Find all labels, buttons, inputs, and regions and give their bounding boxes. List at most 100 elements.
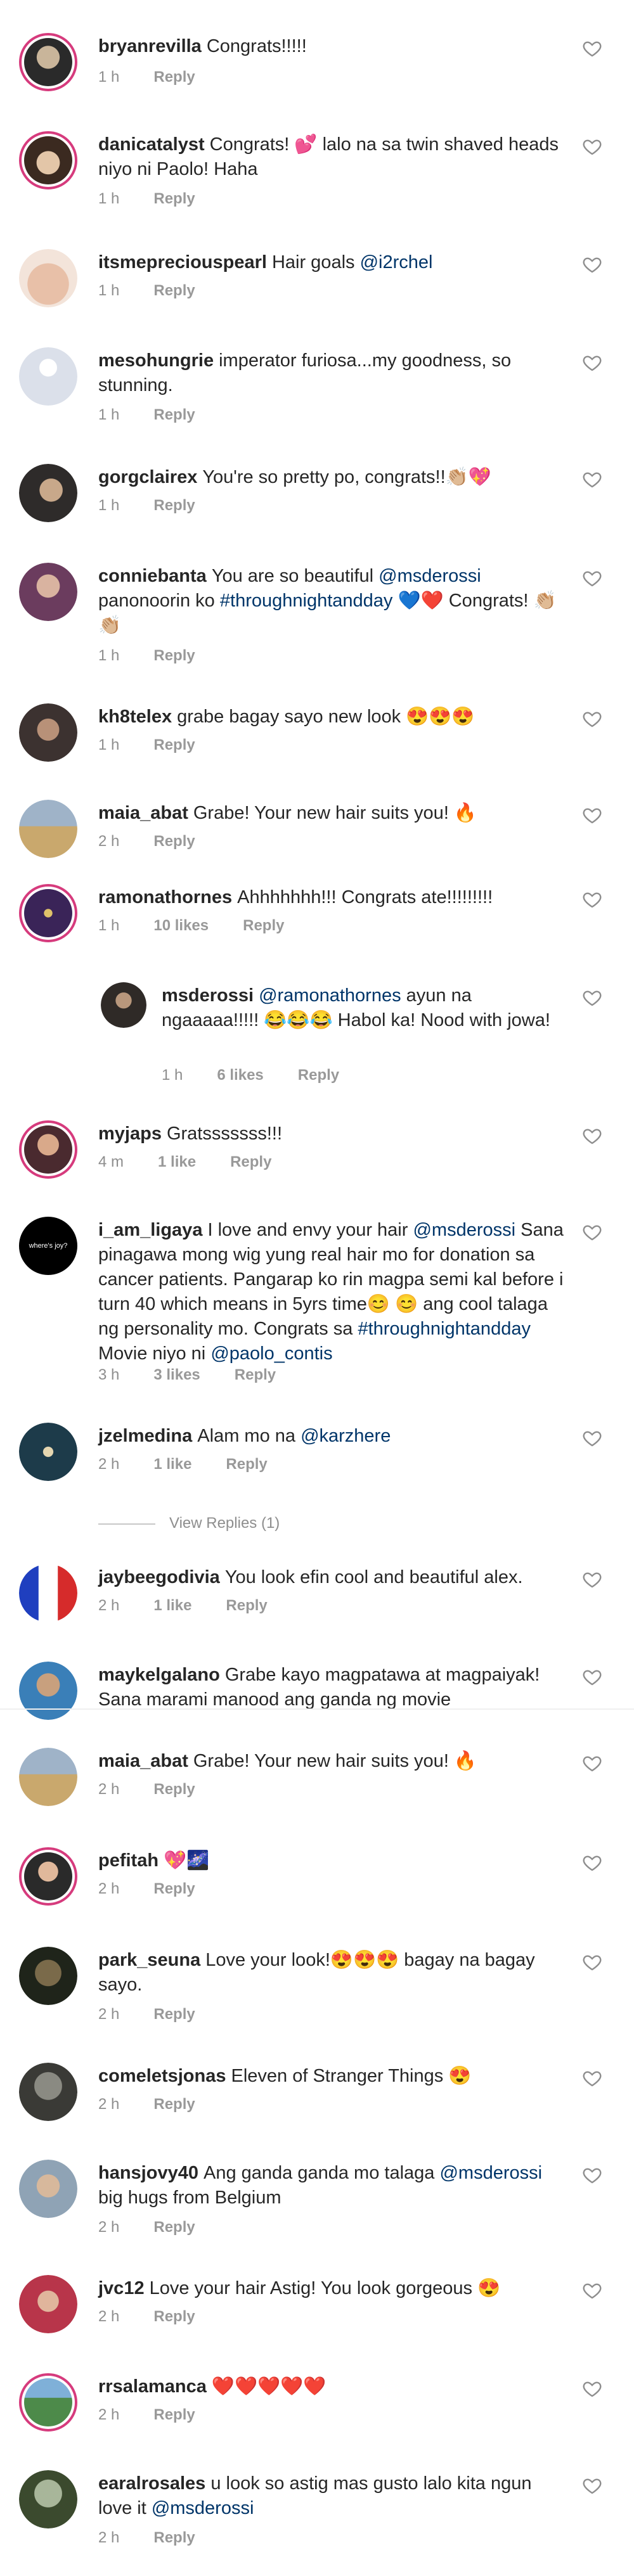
reply-button[interactable]: Reply	[153, 647, 195, 664]
mention-link[interactable]: @ramonathornes	[259, 985, 401, 1006]
reply-button[interactable]: Reply	[153, 833, 195, 850]
reply-button[interactable]: Reply	[153, 497, 195, 514]
likes-count[interactable]: 3 likes	[153, 1366, 200, 1383]
heart-icon[interactable]	[582, 805, 602, 825]
heart-icon[interactable]	[582, 2068, 602, 2088]
username[interactable]: rrsalamanca	[98, 2376, 207, 2397]
reply-button[interactable]: Reply	[153, 2406, 195, 2423]
reply-button[interactable]: Reply	[153, 2529, 195, 2546]
mention-link[interactable]: @paolo_contis	[210, 1343, 332, 1364]
avatar[interactable]	[19, 1564, 77, 1622]
username[interactable]: maykelgalano	[98, 1665, 220, 1685]
heart-icon[interactable]	[582, 708, 602, 729]
mention-link[interactable]: @msderossi	[439, 2163, 542, 2183]
heart-icon[interactable]	[582, 136, 602, 157]
reply-button[interactable]: Reply	[226, 1456, 267, 1473]
reply-button[interactable]: Reply	[153, 736, 195, 753]
avatar[interactable]	[19, 800, 77, 858]
likes-count[interactable]: 1 like	[158, 1153, 196, 1170]
username[interactable]: mesohungrie	[98, 350, 214, 371]
username[interactable]: maia_abat	[98, 803, 188, 823]
likes-count[interactable]: 1 like	[153, 1456, 191, 1473]
avatar[interactable]	[19, 347, 77, 406]
avatar[interactable]	[19, 1947, 77, 2005]
avatar[interactable]	[19, 1120, 77, 1179]
heart-icon[interactable]	[582, 38, 602, 58]
heart-icon[interactable]	[582, 2475, 602, 2496]
heart-icon[interactable]	[582, 352, 602, 373]
heart-icon[interactable]	[582, 568, 602, 588]
reply-button[interactable]: Reply	[153, 68, 195, 86]
reply-button[interactable]: Reply	[235, 1366, 276, 1383]
reply-button[interactable]: Reply	[298, 1067, 339, 1084]
avatar[interactable]	[19, 464, 77, 522]
avatar[interactable]: where's joy?	[19, 1217, 77, 1275]
username[interactable]: jaybeegodivia	[98, 1567, 220, 1587]
heart-icon[interactable]	[582, 1952, 602, 1972]
avatar[interactable]	[101, 982, 146, 1028]
avatar[interactable]	[19, 249, 77, 307]
avatar[interactable]	[19, 703, 77, 762]
heart-icon[interactable]	[582, 1667, 602, 1687]
avatar[interactable]	[19, 1748, 77, 1806]
username[interactable]: itsmepreciouspearl	[98, 252, 267, 272]
avatar[interactable]	[19, 2160, 77, 2218]
heart-icon[interactable]	[582, 1428, 602, 1448]
heart-icon[interactable]	[582, 469, 602, 489]
avatar[interactable]	[19, 884, 77, 942]
reply-button[interactable]: Reply	[153, 1781, 195, 1798]
avatar[interactable]	[19, 33, 77, 91]
hashtag-link[interactable]: #throughnightandday	[220, 591, 393, 611]
heart-icon[interactable]	[582, 2280, 602, 2300]
mention-link[interactable]: @msderossi	[413, 1220, 515, 1240]
heart-icon[interactable]	[582, 254, 602, 274]
reply-button[interactable]: Reply	[153, 2006, 195, 2023]
view-replies-button[interactable]: View Replies (1)	[98, 1515, 280, 1532]
avatar[interactable]	[19, 2275, 77, 2333]
heart-icon[interactable]	[582, 1753, 602, 1773]
heart-icon[interactable]	[582, 1569, 602, 1589]
reply-button[interactable]: Reply	[243, 917, 284, 934]
avatar[interactable]	[19, 131, 77, 189]
username[interactable]: pefitah	[98, 1850, 158, 1871]
username[interactable]: park_seuna	[98, 1950, 200, 1970]
heart-icon[interactable]	[582, 2165, 602, 2185]
reply-button[interactable]: Reply	[226, 1597, 267, 1614]
username[interactable]: danicatalyst	[98, 134, 205, 155]
heart-icon[interactable]	[582, 889, 602, 909]
heart-icon[interactable]	[582, 1125, 602, 1146]
username[interactable]: conniebanta	[98, 566, 207, 586]
view-replies-label[interactable]: View Replies (1)	[169, 1515, 280, 1532]
reply-button[interactable]: Reply	[153, 2096, 195, 2113]
mention-link[interactable]: @msderossi	[152, 2498, 254, 2518]
username[interactable]: jvc12	[98, 2278, 145, 2298]
avatar[interactable]	[19, 2470, 77, 2528]
heart-icon[interactable]	[582, 1222, 602, 1242]
username[interactable]: i_am_ligaya	[98, 1220, 202, 1240]
username[interactable]: kh8telex	[98, 707, 172, 727]
mention-link[interactable]: @msderossi	[378, 566, 481, 586]
heart-icon[interactable]	[582, 2378, 602, 2399]
likes-count[interactable]: 10 likes	[153, 917, 209, 934]
avatar[interactable]	[19, 1423, 77, 1481]
username[interactable]: maia_abat	[98, 1751, 188, 1771]
avatar[interactable]	[19, 2063, 77, 2121]
username[interactable]: hansjovy40	[98, 2163, 198, 2183]
mention-link[interactable]: @i2rchel	[360, 252, 433, 272]
reply-button[interactable]: Reply	[230, 1153, 271, 1170]
reply-button[interactable]: Reply	[153, 1880, 195, 1897]
username[interactable]: ramonathornes	[98, 887, 232, 907]
heart-icon[interactable]	[582, 1852, 602, 1873]
avatar[interactable]	[19, 2373, 77, 2432]
reply-button[interactable]: Reply	[153, 190, 195, 207]
reply-button[interactable]: Reply	[153, 282, 195, 299]
avatar[interactable]	[19, 563, 77, 621]
avatar[interactable]	[19, 1847, 77, 1906]
hashtag-link[interactable]: #throughnightandday	[358, 1319, 531, 1339]
heart-icon[interactable]	[582, 987, 602, 1008]
avatar[interactable]	[19, 1662, 77, 1720]
reply-button[interactable]: Reply	[153, 406, 195, 423]
username[interactable]: myjaps	[98, 1124, 162, 1144]
reply-button[interactable]: Reply	[153, 2308, 195, 2325]
username[interactable]: gorgclairex	[98, 467, 197, 487]
